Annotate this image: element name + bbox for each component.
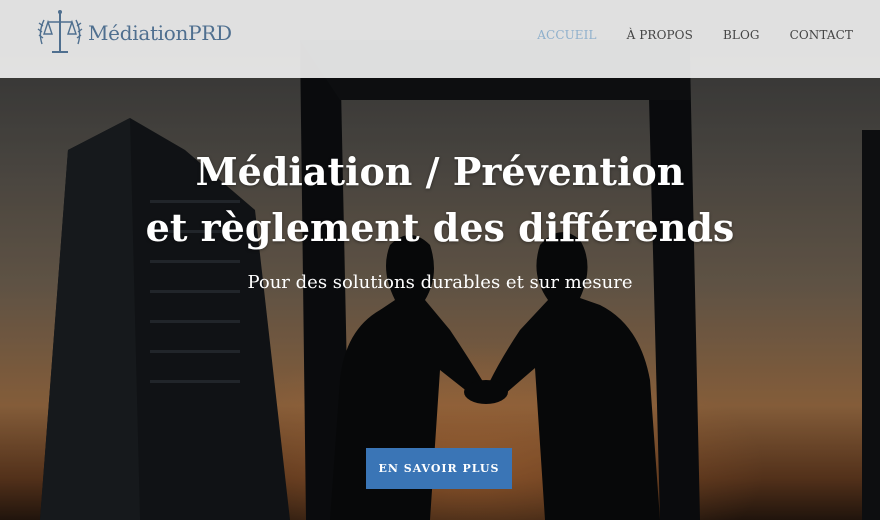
- main-navigation: ACCUEIL À PROPOS BLOG CONTACT: [537, 28, 853, 42]
- hero-background-image: [0, 0, 880, 520]
- nav-item-accueil[interactable]: ACCUEIL: [537, 28, 596, 42]
- scales-of-justice-icon: [37, 10, 83, 53]
- nav-item-blog[interactable]: BLOG: [723, 28, 760, 42]
- nav-item-contact[interactable]: CONTACT: [790, 28, 853, 42]
- site-header: MédiationPRD ACCUEIL À PROPOS BLOG CONTA…: [0, 0, 880, 78]
- hero-title-line-1: Médiation / Prévention: [195, 149, 685, 194]
- site-logo[interactable]: MédiationPRD: [34, 6, 232, 60]
- hero-title-line-2: et règlement des différends: [145, 205, 735, 250]
- nav-item-a-propos[interactable]: À PROPOS: [627, 28, 693, 42]
- hero-title: Médiation / Prévention et règlement des …: [0, 144, 880, 256]
- hero-subtitle: Pour des solutions durables et sur mesur…: [247, 272, 633, 293]
- learn-more-button[interactable]: EN SAVOIR PLUS: [366, 448, 512, 489]
- brand-name: MédiationPRD: [88, 21, 232, 45]
